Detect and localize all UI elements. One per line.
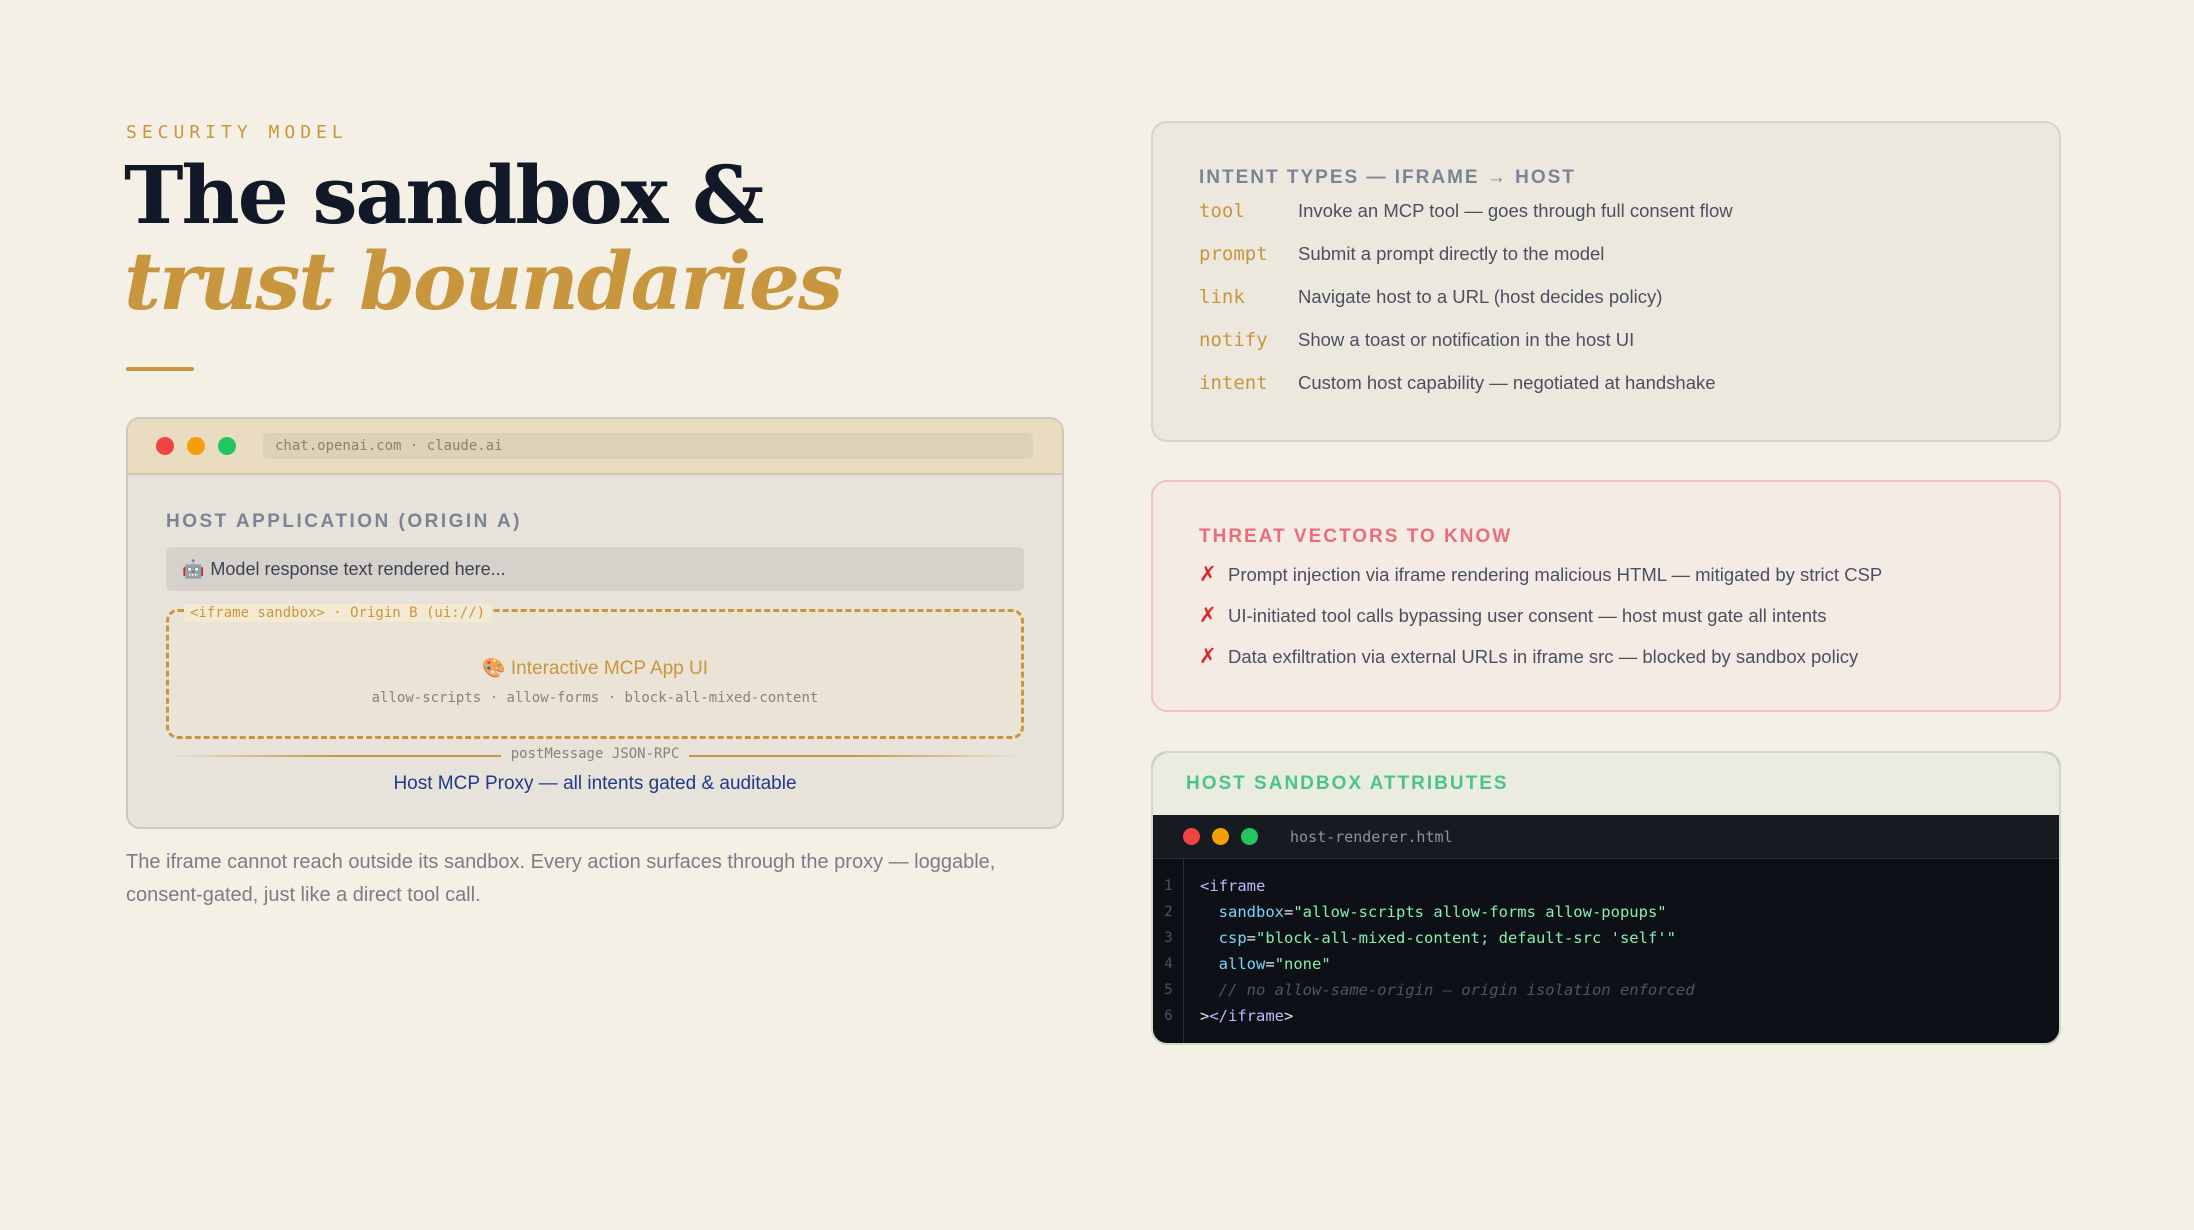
browser-url-bar: chat.openai.com · claude.ai (263, 433, 1033, 459)
intent-desc: Invoke an MCP tool — goes through full c… (1298, 199, 1733, 221)
cross-icon: ✗ (1199, 604, 1217, 627)
cross-icon: ✗ (1199, 645, 1217, 668)
intent-key: link (1199, 285, 1245, 308)
sandbox-attributes-card: HOST SANDBOX ATTRIBUTES host-renderer.ht… (1151, 751, 2061, 1045)
window-minimize-dot-icon (187, 437, 205, 455)
code-attr: sandbox (1218, 903, 1284, 921)
window-minimize-dot-icon (1212, 828, 1229, 845)
code-tag-open: <iframe (1200, 877, 1266, 895)
mcp-app-ui-label: 🎨 Interactive MCP App UI (169, 656, 1021, 680)
title-divider (126, 367, 194, 371)
host-application-label: HOST APPLICATION (ORIGIN A) (166, 511, 523, 532)
threat-row: ✗ Prompt injection via iframe rendering … (1199, 554, 2059, 595)
iframe-sandbox-attrs: allow-scripts · allow-forms · block-all-… (371, 690, 819, 706)
intent-key: tool (1199, 199, 1245, 222)
palette-icon: 🎨 (481, 658, 506, 679)
code-line: 2 sandbox="allow-scripts allow-forms all… (1153, 899, 2059, 925)
intent-desc: Navigate host to a URL (host decides pol… (1298, 285, 1663, 307)
code-body: 1 <iframe 2 sandbox="allow-scripts allow… (1153, 859, 2059, 1043)
robot-icon: 🤖 (182, 559, 205, 579)
threat-desc: UI-initiated tool calls bypassing user c… (1228, 604, 1827, 626)
section-eyebrow: SECURITY MODEL (126, 122, 348, 143)
mcp-app-ui-text: Interactive MCP App UI (510, 658, 709, 679)
code-comment: // no allow-same-origin — origin isolati… (1218, 981, 1695, 999)
intent-row: notify Show a toast or notification in t… (1199, 318, 2059, 361)
intent-desc: Custom host capability — negotiated at h… (1298, 371, 1716, 393)
code-punct: > (1284, 1007, 1294, 1025)
code-tag-close: </iframe (1209, 1007, 1284, 1025)
intent-key: notify (1199, 328, 1268, 351)
intent-types-heading: INTENT TYPES — IFRAME → HOST (1199, 167, 1576, 188)
code-editor-toolbar: host-renderer.html (1153, 815, 2059, 859)
browser-toolbar: chat.openai.com · claude.ai (128, 419, 1062, 475)
code-value: "allow-scripts allow-forms allow-popups" (1293, 903, 1667, 921)
diagram-caption: The iframe cannot reach outside its sand… (126, 851, 996, 906)
code-filename: host-renderer.html (1290, 827, 1453, 846)
code-value: "none" (1274, 955, 1331, 973)
code-value: "block-all-mixed-content; default-src 's… (1256, 929, 1676, 947)
code-attr: allow (1218, 955, 1266, 973)
code-gutter (1153, 859, 1184, 1043)
intent-desc: Submit a prompt directly to the model (1298, 242, 1605, 264)
page-title: The sandbox & (124, 148, 764, 242)
intent-types-card: INTENT TYPES — IFRAME → HOST tool Invoke… (1151, 121, 2061, 442)
code-line: 6 ></iframe> (1153, 1003, 2059, 1029)
code-punct: > (1200, 1007, 1210, 1025)
window-maximize-dot-icon (218, 437, 236, 455)
cross-icon: ✗ (1199, 563, 1217, 586)
intent-key: intent (1199, 371, 1268, 394)
code-line: 5 // no allow-same-origin — origin isola… (1153, 977, 2059, 1003)
host-mcp-proxy-label: Host MCP Proxy — all intents gated & aud… (393, 773, 797, 794)
threat-vectors-card: THREAT VECTORS TO KNOW ✗ Prompt injectio… (1151, 480, 2061, 712)
page-title-accent: trust boundaries (124, 234, 843, 328)
threat-desc: Prompt injection via iframe rendering ma… (1228, 563, 1883, 585)
threat-vectors-heading: THREAT VECTORS TO KNOW (1199, 526, 1513, 547)
threat-desc: Data exfiltration via external URLs in i… (1228, 645, 1859, 667)
code-line: 1 <iframe (1153, 873, 2059, 899)
browser-mockup: chat.openai.com · claude.ai HOST APPLICA… (126, 417, 1064, 829)
code-line: 4 allow="none" (1153, 951, 2059, 977)
intent-row: link Navigate host to a URL (host decide… (1199, 275, 2059, 318)
window-close-dot-icon (1183, 828, 1200, 845)
code-attr: csp (1218, 929, 1247, 947)
window-maximize-dot-icon (1241, 828, 1258, 845)
intent-desc: Show a toast or notification in the host… (1298, 328, 1635, 350)
iframe-origin-tag: <iframe sandbox> · Origin B (ui://) (184, 604, 492, 622)
intent-row: intent Custom host capability — negotiat… (1199, 361, 2059, 404)
sandbox-attributes-heading: HOST SANDBOX ATTRIBUTES (1186, 773, 1509, 794)
threat-row: ✗ Data exfiltration via external URLs in… (1199, 636, 2059, 677)
window-close-dot-icon (156, 437, 174, 455)
model-response-bar: 🤖 Model response text rendered here... (166, 547, 1024, 591)
intent-row: prompt Submit a prompt directly to the m… (1199, 232, 2059, 275)
code-line: 3 csp="block-all-mixed-content; default-… (1153, 925, 2059, 951)
threat-row: ✗ UI-initiated tool calls bypassing user… (1199, 595, 2059, 636)
intent-key: prompt (1199, 242, 1268, 265)
intent-row: tool Invoke an MCP tool — goes through f… (1199, 189, 2059, 232)
sandbox-card-header: HOST SANDBOX ATTRIBUTES (1153, 753, 2059, 815)
postmessage-tag-text: postMessage JSON-RPC (500, 746, 690, 762)
postmessage-tag: postMessage JSON-RPC (128, 745, 1062, 763)
model-response-text: Model response text rendered here... (210, 559, 506, 579)
sandboxed-iframe-region: 🎨 Interactive MCP App UI allow-scripts ·… (166, 609, 1024, 739)
